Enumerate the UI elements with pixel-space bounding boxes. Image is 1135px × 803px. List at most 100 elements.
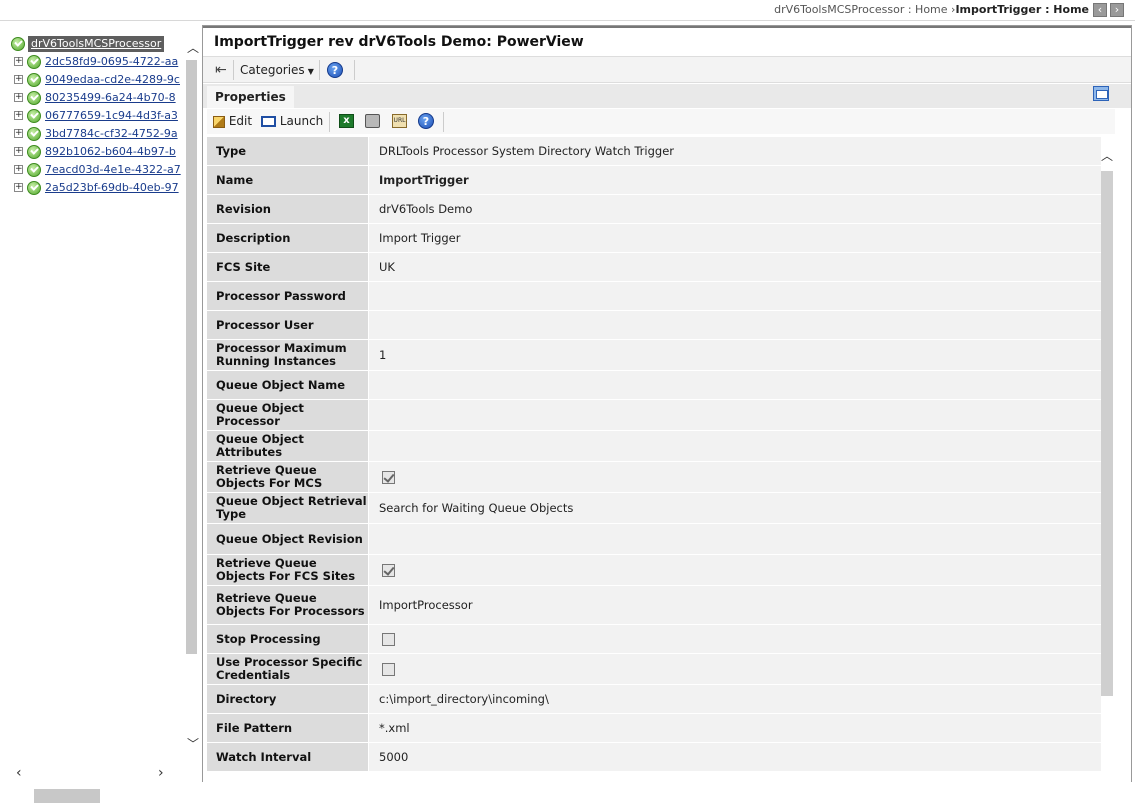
property-checkbox[interactable]	[382, 632, 395, 646]
tree-item[interactable]: +2a5d23bf-69db-40eb-97	[14, 180, 185, 196]
property-value	[369, 282, 1101, 310]
property-key: FCS Site	[207, 253, 368, 281]
tree-item[interactable]: +80235499-6a24-4b70-8	[14, 90, 185, 106]
tree-root[interactable]: drV6ToolsMCSProcessor	[11, 36, 165, 52]
property-row: Type DRLTools Processor System Directory …	[207, 137, 1101, 166]
tree-item[interactable]: +2dc58fd9-0695-4722-aa	[14, 54, 185, 70]
property-checkbox[interactable]	[382, 470, 395, 484]
expand-plus-icon[interactable]: +	[14, 165, 23, 174]
help-icon[interactable]: ?	[418, 113, 434, 129]
property-key: Retrieve Queue Objects For FCS Sites	[207, 555, 368, 585]
export-excel-button[interactable]: x	[339, 113, 354, 128]
breadcrumb: drV6ToolsMCSProcessor : Home ›ImportTrig…	[774, 3, 1089, 16]
tree-root-label[interactable]: drV6ToolsMCSProcessor	[28, 36, 165, 52]
expand-plus-icon[interactable]: +	[14, 183, 23, 192]
tree-item[interactable]: +9049edaa-cd2e-4289-9c	[14, 72, 185, 88]
property-row: Processor Maximum Running Instances 1	[207, 340, 1101, 371]
expand-plus-icon[interactable]: +	[14, 57, 23, 66]
tree-item-label[interactable]: 2a5d23bf-69db-40eb-97	[45, 181, 179, 194]
property-value: ImportProcessor	[369, 586, 1101, 624]
toolbar-divider	[329, 112, 330, 132]
edit-button[interactable]: Edit	[213, 114, 252, 128]
property-key: Watch Interval	[207, 743, 368, 771]
property-row: Queue Object Revision	[207, 524, 1101, 555]
property-row: Stop Processing	[207, 625, 1101, 654]
tree-item-label[interactable]: 80235499-6a24-4b70-8	[45, 91, 176, 104]
property-value	[369, 311, 1101, 339]
categories-dropdown[interactable]: Categories ▼	[240, 63, 314, 77]
tree-pane: drV6ToolsMCSProcessor +2dc58fd9-0695-472…	[0, 22, 200, 803]
expand-plus-icon[interactable]: +	[14, 93, 23, 102]
tree-item-label[interactable]: 06777659-1c94-4d3f-a3	[45, 109, 178, 122]
property-value	[369, 431, 1101, 461]
panel-title: ImportTrigger rev drV6Tools Demo: PowerV…	[214, 34, 584, 50]
status-ok-icon	[27, 72, 41, 87]
tree-item[interactable]: +3bd7784c-cf32-4752-9a	[14, 126, 185, 142]
tree-item-label[interactable]: 7eacd03d-4e1e-4322-a7	[45, 163, 181, 176]
panel-top-border	[203, 26, 1131, 28]
properties-vertical-scroll-thumb[interactable]	[1101, 171, 1113, 696]
property-row: Retrieve Queue Objects For FCS Sites	[207, 555, 1101, 586]
tree-item[interactable]: +06777659-1c94-4d3f-a3	[14, 108, 185, 124]
back-arrow-icon[interactable]: ‹	[1093, 3, 1107, 17]
chevron-down-icon: ▼	[307, 67, 314, 76]
tree-item-label[interactable]: 2dc58fd9-0695-4722-aa	[45, 55, 178, 68]
expand-plus-icon[interactable]: +	[14, 129, 23, 138]
property-key: Retrieve Queue Objects For MCS	[207, 462, 368, 492]
property-value: *.xml	[369, 714, 1101, 742]
tree-item[interactable]: +7eacd03d-4e1e-4322-a7	[14, 162, 185, 178]
forward-arrow-icon[interactable]: ›	[1110, 3, 1124, 17]
help-icon[interactable]: ?	[327, 62, 343, 78]
property-key: Type	[207, 137, 368, 165]
property-row: Watch Interval 5000	[207, 743, 1101, 772]
property-checkbox[interactable]	[382, 563, 395, 577]
property-value	[369, 400, 1101, 430]
tree-vertical-scroll-thumb[interactable]	[186, 60, 197, 654]
copy-url-button[interactable]: URL	[392, 113, 407, 128]
property-row: Queue Object Retrieval Type Search for Wa…	[207, 493, 1101, 524]
scroll-down-icon[interactable]: ﹀	[187, 738, 199, 750]
tree-item-label[interactable]: 892b1062-b604-4b97-b	[45, 145, 176, 158]
expand-plus-icon[interactable]: +	[14, 111, 23, 120]
properties-table: Type DRLTools Processor System Directory …	[207, 137, 1101, 782]
property-row: FCS Site UK	[207, 253, 1101, 282]
print-button[interactable]	[365, 113, 380, 128]
scroll-up-icon[interactable]: ︿	[187, 42, 199, 54]
property-value: drV6Tools Demo	[369, 195, 1101, 223]
property-row: Use Processor Specific Credentials	[207, 654, 1101, 685]
top-bar: drV6ToolsMCSProcessor : Home › ImportTrig…	[0, 0, 1135, 21]
categories-label: Categories	[240, 63, 305, 77]
property-row: Queue Object Name	[207, 371, 1101, 400]
property-row: Queue Object Processor	[207, 400, 1101, 431]
launch-button[interactable]: Launch	[261, 114, 323, 128]
property-row: Revision drV6Tools Demo	[207, 195, 1101, 224]
property-key: Processor Maximum Running Instances	[207, 340, 368, 370]
category-toolbar: ⇤ Categories ▼ ?	[203, 56, 1131, 83]
launch-label: Launch	[279, 114, 324, 128]
tree-horizontal-scroll-thumb[interactable]	[34, 789, 100, 803]
scroll-right-icon[interactable]: ›	[158, 766, 164, 780]
property-value: 1	[369, 340, 1101, 370]
scroll-up-icon[interactable]: ︿	[1101, 150, 1113, 162]
toolbar-divider	[319, 60, 320, 80]
expand-plus-icon[interactable]: +	[14, 75, 23, 84]
property-value	[369, 625, 1101, 653]
launch-window-icon	[261, 116, 276, 127]
status-ok-icon	[11, 36, 25, 51]
tree-item-label[interactable]: 9049edaa-cd2e-4289-9c	[45, 73, 180, 86]
window-maximize-icon[interactable]	[1093, 86, 1109, 101]
url-icon: URL	[392, 113, 407, 128]
main-panel: ImportTrigger rev drV6Tools Demo: PowerV…	[202, 25, 1132, 782]
status-ok-icon	[27, 108, 41, 123]
collapse-left-icon[interactable]: ⇤	[215, 63, 227, 77]
tab-properties[interactable]: Properties	[207, 86, 294, 108]
property-key: Description	[207, 224, 368, 252]
tree-item-label[interactable]: 3bd7784c-cf32-4752-9a	[45, 127, 178, 140]
breadcrumb-item-current: ImportTrigger : Home	[955, 3, 1089, 16]
breadcrumb-item-processor[interactable]: drV6ToolsMCSProcessor : Home	[774, 3, 947, 16]
tree-item[interactable]: +892b1062-b604-4b97-b	[14, 144, 185, 160]
property-key: Processor User	[207, 311, 368, 339]
expand-plus-icon[interactable]: +	[14, 147, 23, 156]
scroll-left-icon[interactable]: ‹	[16, 766, 22, 780]
property-checkbox[interactable]	[382, 662, 395, 676]
